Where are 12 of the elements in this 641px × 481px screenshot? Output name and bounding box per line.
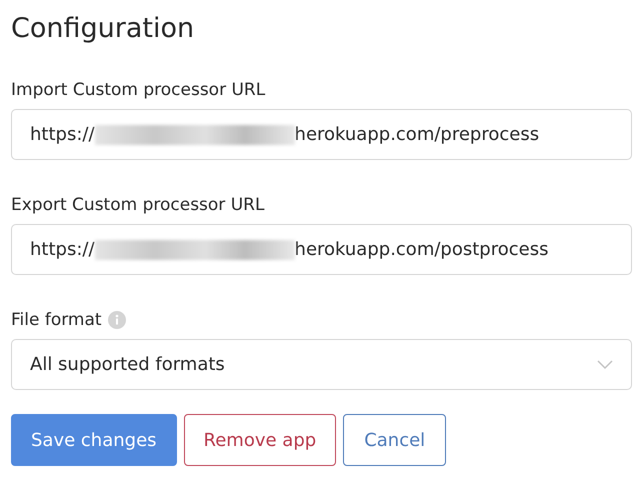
save-button[interactable]: Save changes bbox=[11, 414, 177, 466]
url-field[interactable]: https:// herokuapp.com/postprocess bbox=[11, 224, 632, 275]
page-title: Configuration bbox=[11, 12, 196, 46]
info-icon[interactable] bbox=[108, 311, 126, 329]
remove-button[interactable]: Remove app bbox=[184, 414, 336, 466]
format-dropdown[interactable]: All supported formats bbox=[11, 339, 632, 390]
cancel-button[interactable]: Cancel bbox=[343, 414, 446, 466]
field-label: File format bbox=[11, 309, 102, 332]
field-label: Import Custom processor URL bbox=[11, 79, 266, 102]
field-label: Export Custom processor URL bbox=[11, 194, 266, 217]
url-field[interactable]: https:// herokuapp.com/preprocess bbox=[11, 109, 632, 160]
chevron-down-icon bbox=[597, 360, 613, 370]
